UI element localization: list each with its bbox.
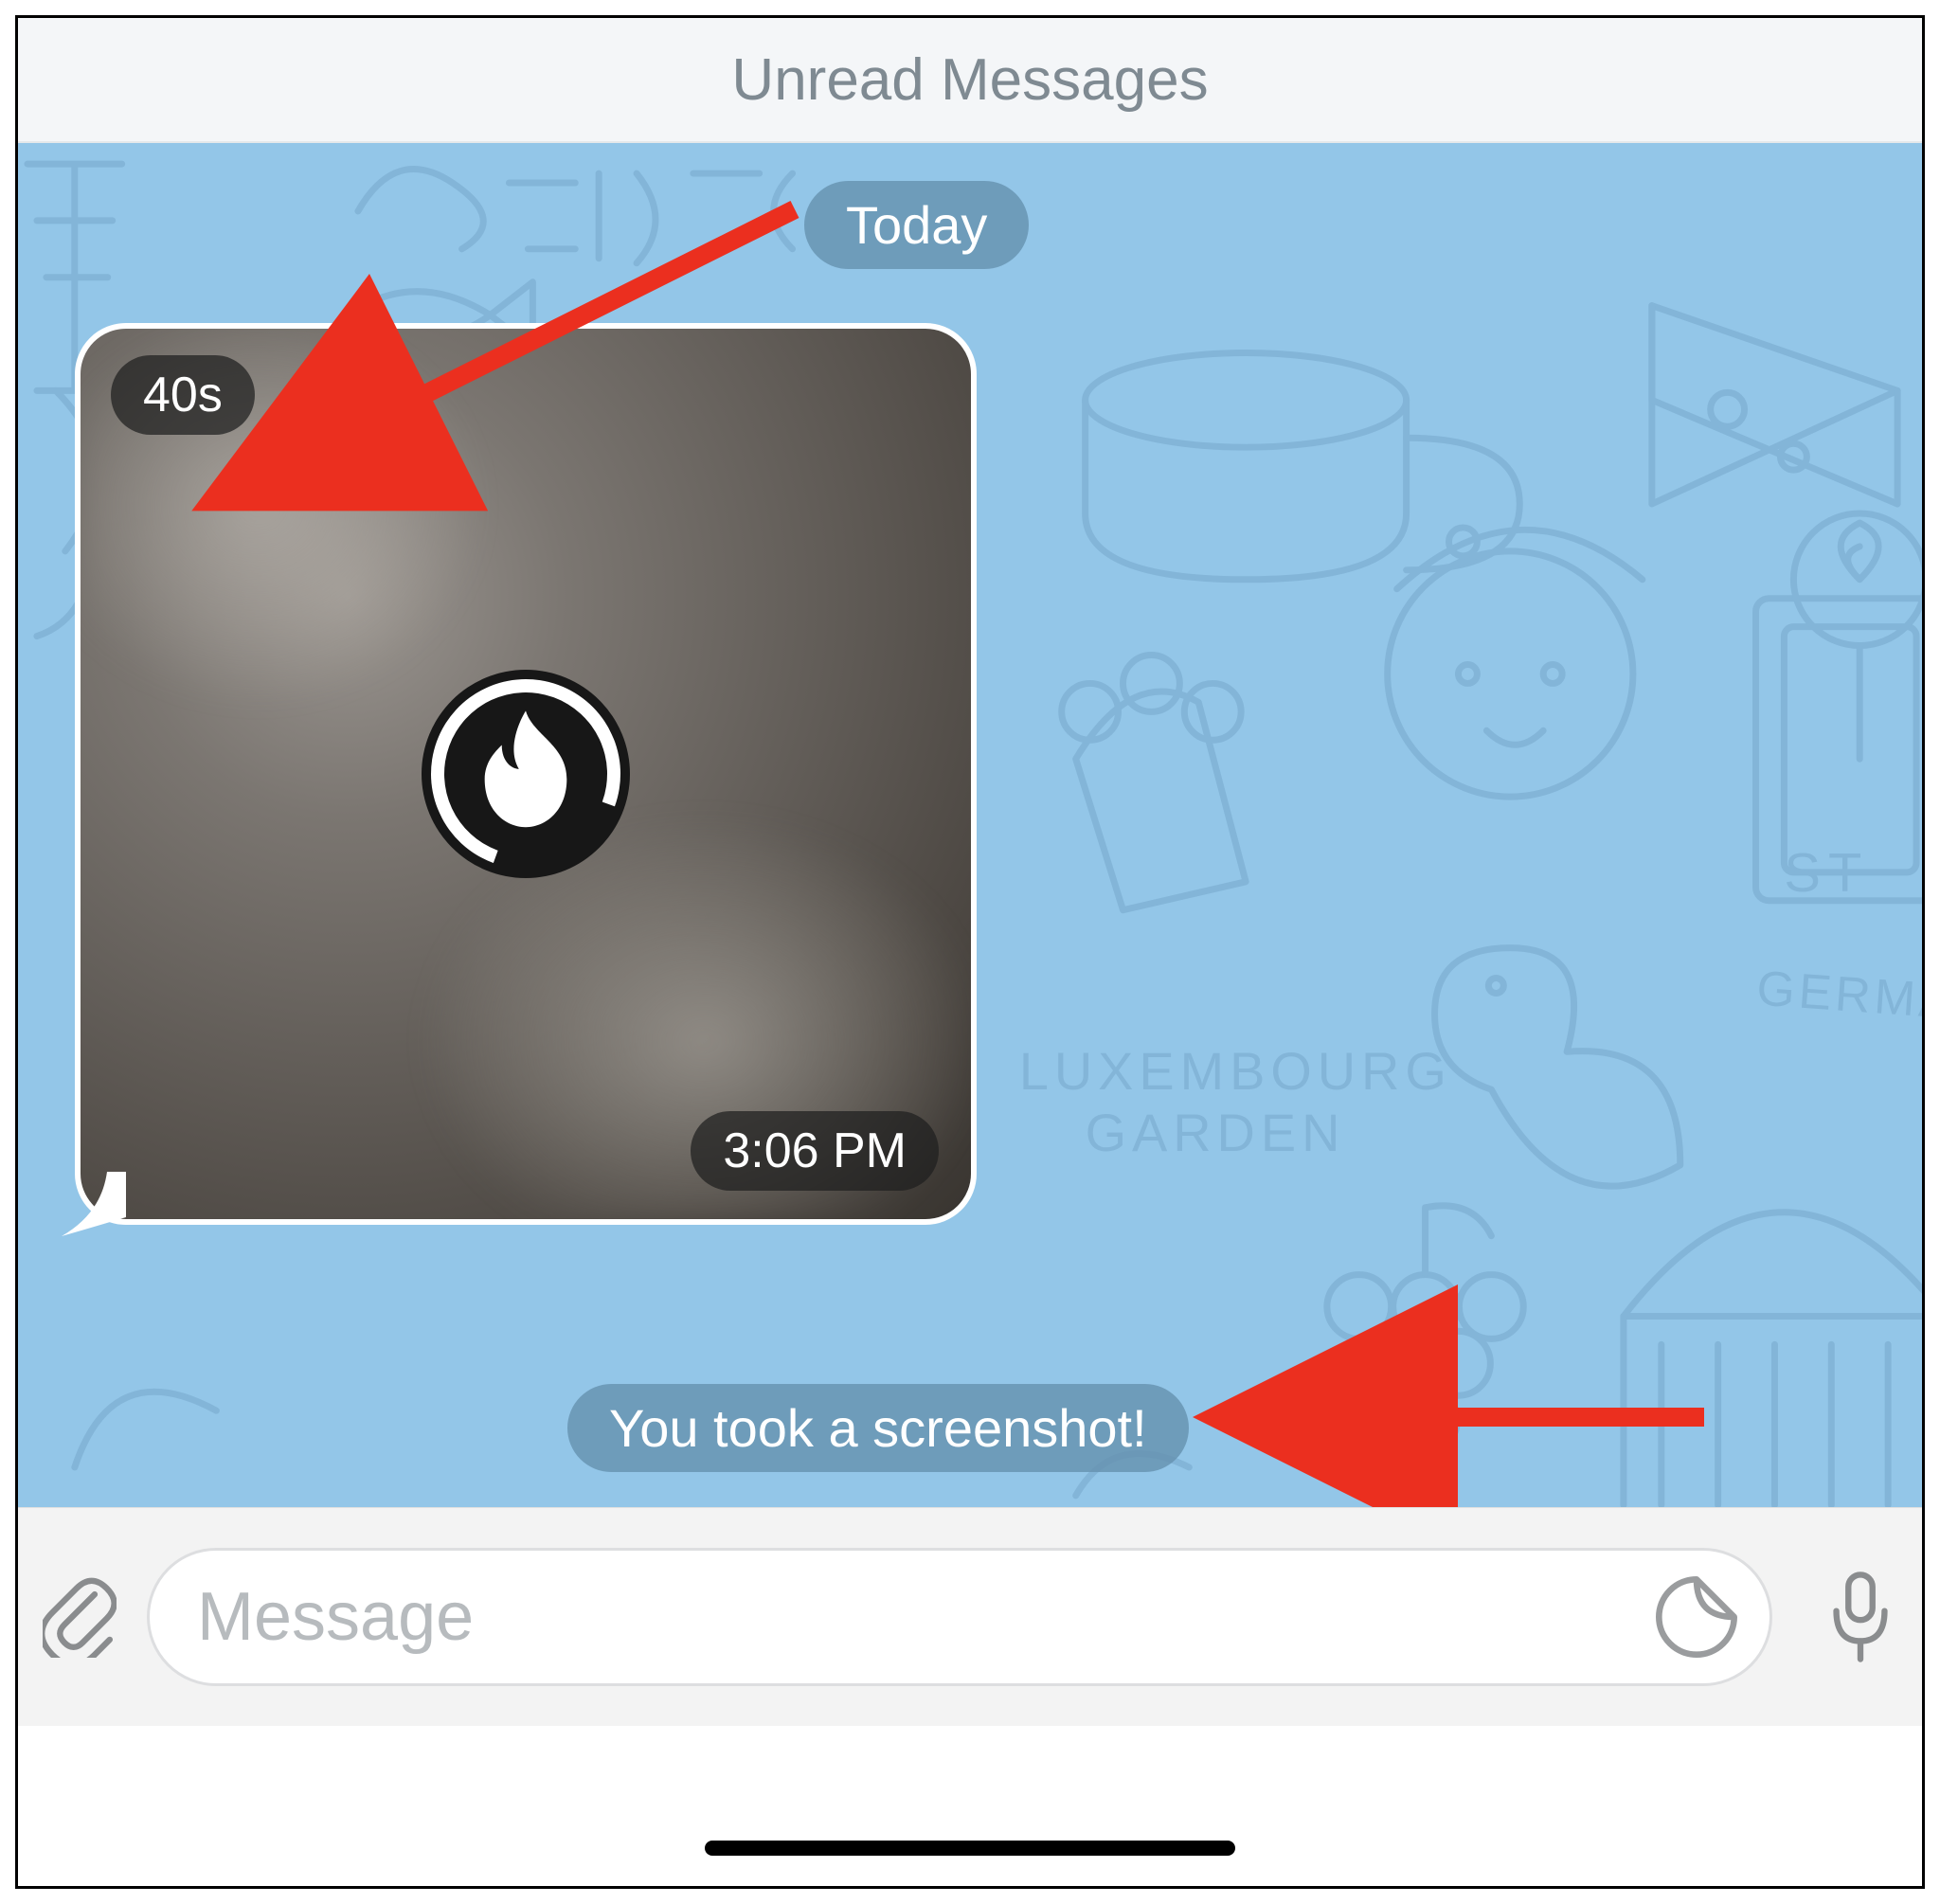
message-composer: Message bbox=[18, 1507, 1922, 1726]
chat-background[interactable]: LUXEMBOURG GARDEN ST GERMAIN bbox=[18, 143, 1922, 1507]
unread-messages-label: Unread Messages bbox=[731, 46, 1208, 114]
message-input[interactable]: Message bbox=[147, 1548, 1772, 1686]
mic-icon bbox=[1827, 1572, 1894, 1662]
voice-message-button[interactable] bbox=[1799, 1572, 1922, 1662]
svg-text:ST: ST bbox=[1784, 843, 1869, 904]
home-indicator[interactable] bbox=[705, 1841, 1235, 1856]
date-chip: Today bbox=[804, 181, 1029, 269]
flame-icon bbox=[474, 708, 578, 831]
screenshot-notice-chip: You took a screenshot! bbox=[567, 1384, 1189, 1472]
sticker-icon bbox=[1656, 1576, 1737, 1658]
self-destruct-indicator bbox=[422, 670, 630, 878]
svg-text:LUXEMBOURG: LUXEMBOURG bbox=[1019, 1041, 1452, 1101]
timestamp-text: 3:06 PM bbox=[723, 1123, 907, 1178]
screenshot-notice-text: You took a screenshot! bbox=[609, 1398, 1147, 1458]
timestamp-badge: 3:06 PM bbox=[691, 1111, 939, 1191]
annotation-arrow-1 bbox=[321, 181, 833, 465]
date-label: Today bbox=[846, 195, 987, 255]
message-placeholder: Message bbox=[197, 1578, 474, 1656]
svg-text:GARDEN: GARDEN bbox=[1086, 1103, 1346, 1162]
sticker-button[interactable] bbox=[1656, 1576, 1737, 1658]
paperclip-icon bbox=[43, 1576, 117, 1658]
countdown-text: 40s bbox=[143, 368, 223, 422]
unread-messages-bar: Unread Messages bbox=[18, 18, 1922, 143]
countdown-badge: 40s bbox=[111, 355, 255, 435]
svg-text:GERMAIN: GERMAIN bbox=[1755, 961, 1922, 1033]
app-frame: Unread Messages bbox=[15, 15, 1925, 1889]
attach-button[interactable] bbox=[18, 1576, 141, 1658]
annotation-arrow-2 bbox=[1344, 1365, 1742, 1479]
